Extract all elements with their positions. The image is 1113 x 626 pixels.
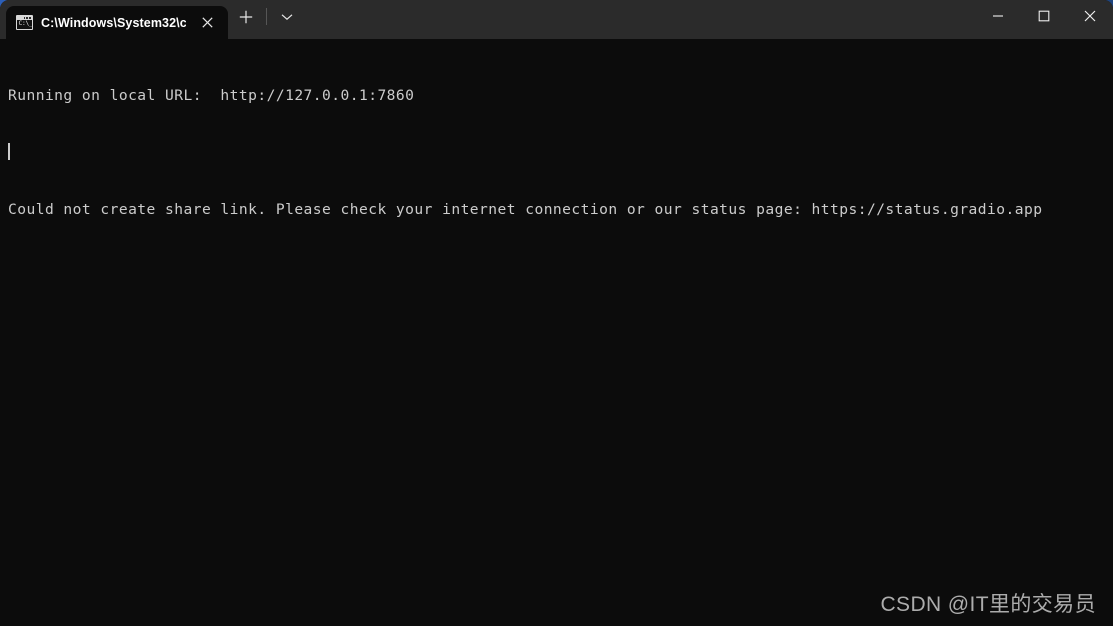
tab-actions	[228, 0, 305, 39]
terminal-line: Could not create share link. Please chec…	[8, 201, 1043, 218]
tab-title: C:\Windows\System32\cmd.e	[41, 15, 186, 30]
tab-strip: C:\_ C:\Windows\System32\cmd.e	[0, 0, 228, 39]
cmd-console-icon-text: C:\_	[18, 20, 33, 27]
maximize-button[interactable]	[1021, 0, 1067, 32]
minimize-button[interactable]	[975, 0, 1021, 32]
terminal-line: Running on local URL: http://127.0.0.1:7…	[8, 87, 415, 104]
tab-actions-divider	[266, 8, 267, 25]
cmd-console-icon: C:\_	[16, 15, 33, 30]
watermark: CSDN @IT里的交易员	[880, 593, 1096, 616]
terminal-body[interactable]: Running on local URL: http://127.0.0.1:7…	[0, 39, 1113, 626]
window-controls	[975, 0, 1113, 39]
title-bar[interactable]: C:\_ C:\Windows\System32\cmd.e	[0, 0, 1113, 39]
terminal-window: C:\_ C:\Windows\System32\cmd.e	[0, 0, 1113, 626]
new-tab-icon[interactable]	[228, 2, 264, 32]
close-tab-icon[interactable]	[194, 11, 220, 35]
chevron-down-icon[interactable]	[269, 2, 305, 32]
terminal-cursor	[8, 143, 10, 160]
close-window-button[interactable]	[1067, 0, 1113, 32]
terminal-output: Running on local URL: http://127.0.0.1:7…	[8, 48, 1113, 257]
terminal-tab[interactable]: C:\_ C:\Windows\System32\cmd.e	[6, 6, 228, 39]
